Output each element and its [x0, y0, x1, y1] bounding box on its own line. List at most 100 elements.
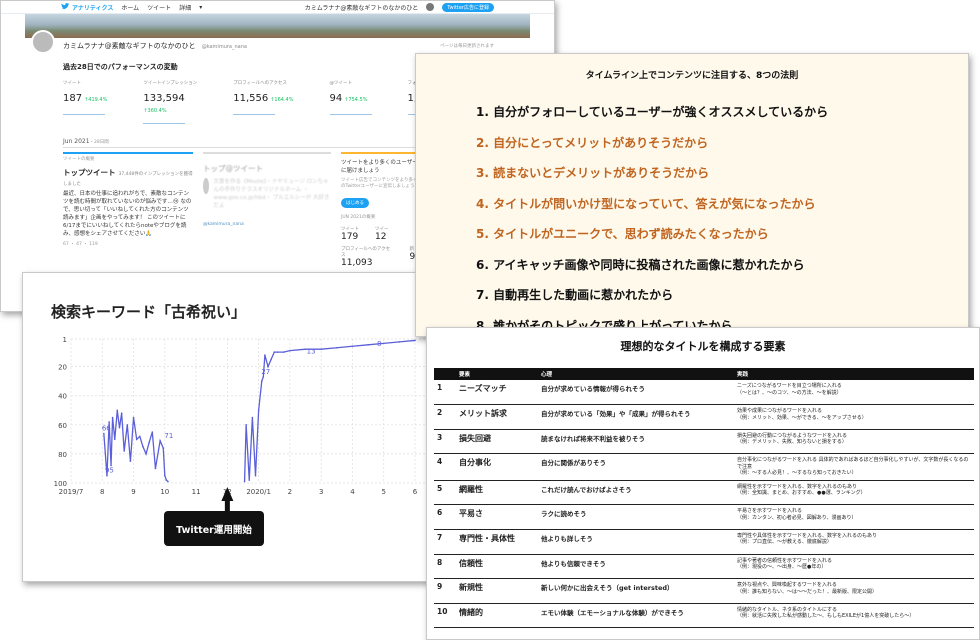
x-tick-label: 11: [192, 488, 201, 496]
keyword-rank-panel: 検索キーワード「古希祝い」 1204060801002019/789101112…: [22, 272, 470, 582]
mention-handle[interactable]: @kamimura_nana: [203, 222, 331, 227]
data-label: 8: [377, 340, 381, 348]
x-tick-label: 9: [131, 488, 135, 496]
profile-handle[interactable]: @kamimura_nana: [202, 44, 247, 50]
nav-tweets[interactable]: ツイート: [147, 3, 171, 12]
promote-card: ツイートをより多くのユーザーに届けましょう ツイート広告でコンテンツをより多くの…: [341, 152, 421, 268]
twitter-top-nav: アナリティクス ホーム ツイート 詳細 ▾ カミムラナナ@素敵なギフトのなかのひ…: [1, 1, 554, 14]
row-practice: 意外な視点や、興味喚起するワードを入れる （例：誰も知らない、～は～～だった！、最…: [734, 578, 974, 604]
collage-stage: アナリティクス ホーム ツイート 詳細 ▾ カミムラナナ@素敵なギフトのなかのひ…: [0, 0, 980, 640]
avatar: [203, 178, 209, 194]
table-row: 10 情緒的 エモい体験（エモーショナルな体験）ができそう 情緒的なタイトル、ネタ系の…: [434, 603, 974, 629]
data-label: 13: [307, 347, 316, 355]
account-menu[interactable]: カミムラナナ@素敵なギフトのなかのひと: [305, 3, 419, 12]
row-number: 2: [434, 404, 456, 430]
rank-point: [151, 431, 154, 433]
row-number: 5: [434, 480, 456, 506]
row-number: 1: [434, 380, 456, 406]
rank-point: [264, 354, 266, 356]
y-tick-label: 100: [54, 480, 67, 488]
twitter-brand[interactable]: アナリティクス: [61, 2, 113, 12]
title-elements-panel: 理想的なタイトルを構成する要素 要素 心理 実践 1 ニーズマッチ 自分が求めている…: [426, 327, 980, 640]
row-number: 7: [434, 529, 456, 555]
row-practice: 記事や著者の信頼性を示すワードを入れる （例：現役の～、～出身、～歴●年の）: [734, 554, 974, 580]
rank-point: [148, 441, 150, 444]
rank-point: [164, 474, 166, 477]
rank-point: [132, 416, 135, 419]
sparkline: [143, 116, 186, 124]
row-practice: 情緒的なタイトル、ネタ系のタイトルにする （例：就活に失敗した私が感動した～、もし…: [734, 603, 974, 629]
rank-point: [106, 474, 108, 477]
row-psych: 新しい何かに出会えそう（get intersted）: [538, 578, 734, 604]
stat-value: 187: [63, 93, 83, 104]
eight-laws-panel: タイムライン上でコンテンツに注目する、8つの法則 1. 自分がフォローしているユ…: [415, 53, 969, 337]
sparkline: [63, 107, 105, 115]
row-number: 9: [434, 578, 456, 604]
rank-series-line: [243, 339, 416, 482]
summary-num-value: 12: [375, 232, 387, 242]
rank-point: [154, 467, 157, 470]
start-button[interactable]: はじめる: [341, 198, 369, 208]
avatar[interactable]: [31, 30, 55, 54]
rank-point: [251, 416, 254, 419]
data-label: 95: [105, 467, 114, 475]
row-element: 専門性・具体性: [456, 529, 538, 555]
law-item: 3. 読まないとデメリットがありそうだから: [476, 166, 710, 180]
x-tick-label: 6: [413, 488, 418, 496]
rank-point: [254, 474, 257, 477]
table-title: 理想的なタイトルを構成する要素: [620, 340, 786, 353]
stat-value: 11,556: [233, 93, 269, 104]
header-practice: 実践: [734, 368, 974, 380]
row-practice: 網羅性を示すワードを入れる、数字を入れるのもあり （例：全知識、まとめ、おすすめ、…: [734, 480, 974, 506]
rank-point: [123, 450, 125, 452]
top-tweet-metrics: 67 ・ 47 ・ 119: [63, 242, 98, 247]
rank-point: [398, 341, 401, 343]
table-row: 2 メリット訴求 自分が求めている「効果」や「成果」が得られそう 効果や成果につながる…: [434, 404, 974, 430]
rank-point: [262, 376, 265, 378]
stat-change: ↑754.5%: [344, 97, 368, 103]
table-row: 1 ニーズマッチ 自分が求めている情報が得られそう ニーズにつながるワードを目立つ場所…: [434, 380, 974, 406]
rank-point: [273, 351, 276, 353]
rank-point: [108, 421, 110, 423]
nav-home[interactable]: ホーム: [121, 3, 139, 12]
practice-text: 自分事化につながるワードを入れる 具体的であればあるほど自分事化しやすいが、文字…: [737, 457, 969, 470]
nav-more[interactable]: 詳細: [179, 3, 191, 12]
practice-example: （例：カンタン、初心者必見、図解あり、漫画あり）: [737, 514, 857, 521]
rank-point: [103, 432, 105, 435]
top-tweet-title: トップツイート 37,448件のインプレッションを獲得しました: [63, 167, 193, 187]
table-row: 7 専門性・具体性 他よりも詳しそう 専門性や具体性を示すワードを入れる、数字を入れる…: [434, 529, 974, 555]
row-element: 信頼性: [456, 554, 538, 580]
practice-example: （例：全知識、まとめ、おすすめ、●●選、ランキング）: [737, 490, 866, 497]
top-tweet-text[interactable]: 最近、日本の仕事に追われがちで、素敵なコンテンツを読む時間が取れていないのが悩み…: [63, 190, 193, 238]
x-tick-label: 4: [350, 488, 355, 496]
twitter-ads-button[interactable]: Twitter広告に登録: [442, 2, 494, 12]
row-practice: 自分事化につながるワードを入れる 具体的であればあるほど自分事化しやすいが、文字…: [734, 453, 974, 481]
profile-name: カミムラナナ@素敵なギフトのなかのひと: [63, 42, 196, 50]
law-item: 5. タイトルがユニークで、思わず読みたくなったから: [476, 227, 769, 241]
row-psych: 自分が求めている情報が得られそう: [538, 380, 734, 406]
month-label: Jun 2021: [63, 138, 90, 145]
stat-change: ↑360.4%: [143, 108, 167, 114]
row-psych: 自分に関係がありそう: [538, 453, 734, 481]
header-psych: 心理: [538, 368, 734, 380]
rank-point: [367, 344, 369, 346]
practice-example: （例：～する人必見！、～するなら知っておきたい）: [737, 470, 857, 477]
law-item: 6. アイキャッチ画像や同時に投稿された画像に惹かれたから: [476, 257, 805, 272]
row-psych: 他よりも信頼できそう: [538, 554, 734, 580]
row-element: 網羅性: [456, 480, 538, 506]
law-item: 4. タイトルが問いかけ型になっていて、答えが気になったから: [476, 196, 816, 211]
row-number: 8: [434, 554, 456, 580]
summary-num-value: 179: [341, 232, 359, 242]
x-tick-label: 3: [319, 488, 323, 496]
account-avatar-icon[interactable]: [426, 3, 435, 11]
table-row: 3 損失回避 読まなければ将来不利益を被りそう 損失回避の行動につながるようなワードを…: [434, 429, 974, 455]
table-row: 8 信頼性 他よりも信頼できそう 記事や著者の信頼性を示すワードを入れる （例：現役の～…: [434, 554, 974, 580]
profile-banner: [25, 14, 530, 38]
practice-example: （例：就活に失敗した私が感動した～、もしもEXILEが1億人を突破したら～）: [737, 613, 915, 620]
rank-point: [145, 453, 147, 455]
row-number: 4: [434, 453, 456, 481]
stat-change: ↑419.4%: [84, 97, 108, 103]
stat-mentions: @ツイート 94 ↑754.5%: [329, 80, 372, 124]
x-tick-label: 2019/7: [59, 488, 84, 496]
table-row: 9 新規性 新しい何かに出会えそう（get intersted） 意外な視点や、興味喚…: [434, 578, 974, 604]
